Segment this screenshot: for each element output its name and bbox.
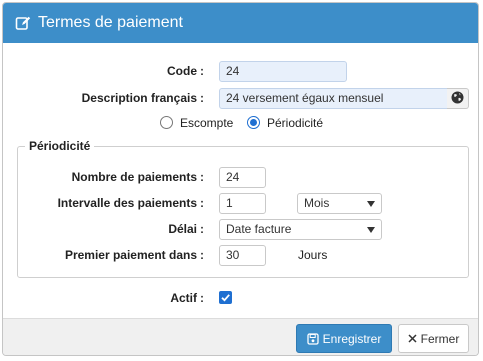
first-payment-field[interactable]: 30 xyxy=(219,245,266,266)
first-payment-unit: Jours xyxy=(298,248,328,262)
save-label: Enregistrer xyxy=(322,331,382,346)
escompte-radio[interactable] xyxy=(160,116,173,129)
dialog-footer: Enregistrer Fermer xyxy=(3,318,478,355)
active-colon: : xyxy=(200,291,204,305)
chevron-down-icon xyxy=(367,201,375,207)
nb-payments-label: Nombre de paiements xyxy=(71,170,197,184)
delay-label: Délai xyxy=(168,222,197,236)
periodicity-legend: Périodicité xyxy=(25,139,95,153)
close-label: Fermer xyxy=(420,331,460,346)
description-field[interactable]: 24 versement égaux mensuel xyxy=(219,88,448,109)
globe-icon xyxy=(451,91,464,107)
interval-unit-select[interactable]: Mois xyxy=(297,193,382,214)
save-icon xyxy=(307,332,319,345)
payment-terms-dialog: Termes de paiement Code : 24 Description… xyxy=(2,2,479,356)
code-label-row: Code : xyxy=(3,64,204,78)
description-label-row: Description français : xyxy=(3,91,204,105)
first-payment-colon: : xyxy=(200,248,204,262)
delay-select[interactable]: Date facture xyxy=(219,219,382,240)
close-icon xyxy=(408,334,417,343)
nb-payments-field[interactable]: 24 xyxy=(219,167,266,188)
delay-colon: : xyxy=(200,222,204,236)
first-payment-label: Premier paiement dans xyxy=(64,248,197,262)
nb-payments-label-row: Nombre de paiements : xyxy=(3,170,204,184)
interval-label: Intervalle des paiements xyxy=(57,196,197,210)
active-label-row: Actif : xyxy=(3,291,204,305)
close-button[interactable]: Fermer xyxy=(398,324,469,353)
interval-field[interactable]: 1 xyxy=(219,193,266,214)
delay-value: Date facture xyxy=(226,222,292,236)
chevron-down-icon xyxy=(367,227,375,233)
escompte-label[interactable]: Escompte xyxy=(180,116,233,130)
periodicite-radio[interactable] xyxy=(247,116,260,129)
interval-label-row: Intervalle des paiements : xyxy=(3,196,204,210)
active-checkbox[interactable] xyxy=(219,291,232,304)
check-icon xyxy=(221,294,230,302)
edit-icon xyxy=(15,15,31,31)
dialog-title: Termes de paiement xyxy=(38,14,183,31)
first-payment-label-row: Premier paiement dans : xyxy=(3,248,204,262)
active-label: Actif xyxy=(170,291,197,305)
description-label: Description français xyxy=(81,91,197,105)
dialog-header: Termes de paiement xyxy=(3,3,478,43)
code-field[interactable]: 24 xyxy=(219,61,347,82)
description-colon: : xyxy=(200,91,204,105)
interval-colon: : xyxy=(200,196,204,210)
periodicite-label[interactable]: Périodicité xyxy=(267,116,323,130)
save-button[interactable]: Enregistrer xyxy=(296,324,392,353)
nb-payments-colon: : xyxy=(200,170,204,184)
code-label: Code xyxy=(167,64,197,78)
code-colon: : xyxy=(200,64,204,78)
delay-label-row: Délai : xyxy=(3,222,204,236)
interval-unit-value: Mois xyxy=(304,196,330,210)
translate-button[interactable] xyxy=(447,88,469,109)
